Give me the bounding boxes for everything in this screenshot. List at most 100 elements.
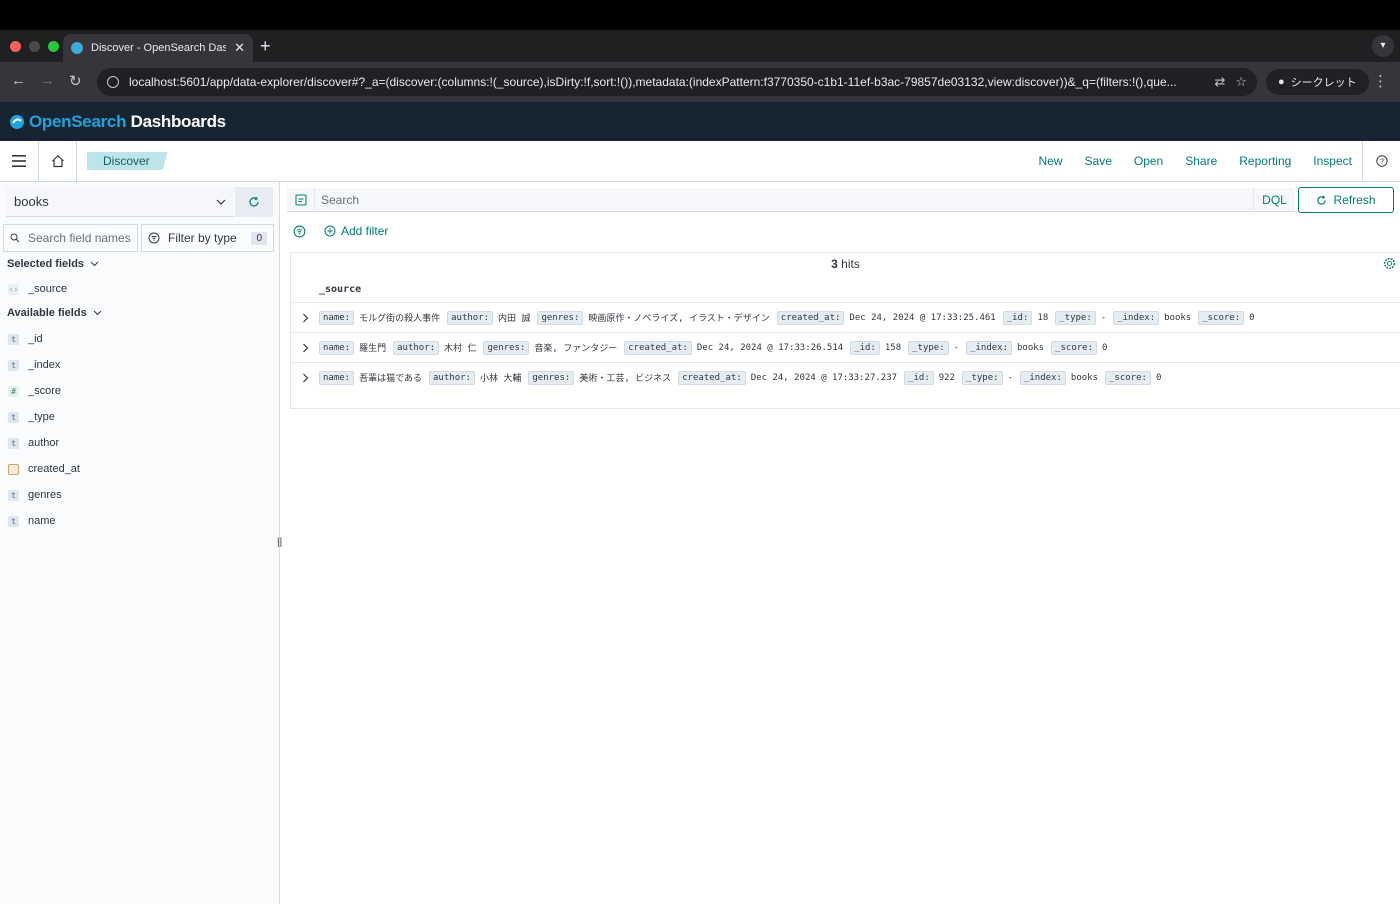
field-item[interactable]: t _type	[8, 408, 55, 426]
field-key: created_at:	[678, 370, 746, 385]
selected-field-source[interactable]: ‹› _source	[8, 280, 67, 298]
field-key: genres:	[537, 310, 584, 325]
minimize-window-icon[interactable]	[29, 41, 40, 52]
field-value: -	[953, 342, 960, 353]
field-value: -	[1100, 312, 1107, 323]
field-item[interactable]: created_at	[8, 460, 80, 478]
gear-icon[interactable]	[1383, 257, 1396, 270]
expand-row-button[interactable]	[291, 373, 319, 383]
address-bar[interactable]: localhost:5601/app/data-explorer/discove…	[97, 68, 1257, 96]
product-logo[interactable]: OpenSearch Dashboards	[29, 112, 226, 132]
field-item[interactable]: t _index	[8, 356, 60, 374]
help-button[interactable]: ?	[1362, 141, 1400, 181]
number-type-icon: #	[8, 385, 19, 397]
filter-bar: Add filter	[293, 222, 388, 240]
tab-search-icon[interactable]: ▾	[1372, 35, 1394, 57]
inspect-button[interactable]: Inspect	[1313, 154, 1352, 168]
table-row: name: 羅生門 author: 木村 仁 genres: 音楽, ファンタジー c…	[291, 332, 1400, 362]
incognito-indicator[interactable]: ● シークレット	[1266, 69, 1369, 95]
column-header-source[interactable]: _source	[319, 284, 361, 295]
reload-index-pattern-button[interactable]	[235, 187, 273, 217]
field-key: name:	[319, 340, 355, 355]
share-button[interactable]: Share	[1185, 154, 1217, 168]
query-language-toggle[interactable]: DQL	[1253, 187, 1295, 212]
opensearch-favicon-icon	[71, 42, 83, 54]
hits-number: 3	[831, 257, 838, 271]
maximize-window-icon[interactable]	[48, 41, 59, 52]
field-name: _id	[28, 333, 43, 345]
new-tab-icon[interactable]: +	[260, 36, 271, 57]
browser-tab[interactable]: Discover - OpenSearch Dashboards ✕	[63, 34, 253, 62]
url-text[interactable]: localhost:5601/app/data-explorer/discove…	[129, 75, 1204, 89]
browser-menu-icon[interactable]: ⋮	[1373, 72, 1388, 90]
add-filter-button[interactable]: Add filter	[324, 224, 388, 238]
string-type-icon: t	[8, 359, 19, 371]
save-button[interactable]: Save	[1085, 154, 1112, 168]
tab-title: Discover - OpenSearch Dashboards	[91, 42, 227, 54]
search-icon	[10, 233, 20, 243]
field-name: created_at	[28, 463, 80, 475]
string-type-icon: t	[8, 411, 19, 423]
site-info-icon[interactable]	[107, 76, 119, 88]
home-button[interactable]	[39, 141, 77, 181]
field-value: 音楽, ファンタジー	[534, 344, 618, 354]
field-sidebar: books Search field names Filter by type …	[0, 182, 280, 904]
filter-options-icon[interactable]	[293, 225, 306, 238]
index-pattern-value: books	[14, 194, 49, 209]
reload-icon[interactable]: ↻	[69, 72, 82, 90]
available-fields-toggle[interactable]: Available fields	[7, 307, 102, 319]
field-value: 吾輩は猫である	[359, 374, 423, 384]
chevron-down-icon	[93, 310, 102, 316]
field-item[interactable]: t name	[8, 512, 56, 530]
expand-row-button[interactable]	[291, 313, 319, 323]
field-item[interactable]: t genres	[8, 486, 62, 504]
hits-count: 3 hits	[291, 257, 1400, 271]
field-key: created_at:	[776, 310, 845, 325]
available-fields-title: Available fields	[7, 307, 87, 319]
chevron-down-icon	[90, 261, 99, 267]
index-pattern-select[interactable]: books	[6, 187, 234, 217]
breadcrumb-discover[interactable]: Discover	[87, 152, 168, 170]
close-window-icon[interactable]	[10, 41, 21, 52]
document-source: name: 吾輩は猫である author: 小林 大輔 genres: 美術・工芸, …	[319, 370, 1163, 385]
bookmark-star-icon[interactable]: ☆	[1235, 74, 1247, 90]
field-search-input[interactable]: Search field names	[3, 224, 138, 252]
incognito-label: シークレット	[1290, 77, 1357, 89]
forward-icon[interactable]: →	[40, 72, 55, 89]
document-source: name: モルグ街の殺人事件 author: 内田 誠 genres: 映画原作・ノ…	[319, 310, 1257, 325]
field-value: books	[1070, 372, 1098, 383]
open-button[interactable]: Open	[1134, 154, 1163, 168]
reporting-button[interactable]: Reporting	[1239, 154, 1291, 168]
selected-fields-toggle[interactable]: Selected fields	[7, 258, 99, 270]
field-key: _type:	[962, 370, 1003, 385]
chevron-down-icon	[216, 199, 226, 205]
back-icon[interactable]: ←	[11, 72, 26, 89]
field-item[interactable]: # _score	[8, 382, 61, 400]
new-button[interactable]: New	[1039, 154, 1063, 168]
expand-row-button[interactable]	[291, 343, 319, 353]
field-key: created_at:	[624, 340, 692, 355]
opensearch-logo-icon[interactable]	[9, 114, 25, 130]
field-value: 小林 大輔	[479, 374, 522, 384]
refresh-button[interactable]: Refresh	[1298, 187, 1394, 213]
field-item[interactable]: t author	[8, 434, 59, 452]
field-key: author:	[447, 310, 494, 325]
field-name: _source	[28, 283, 68, 295]
top-nav-bar: Discover New Save Open Share Reporting I…	[0, 141, 1400, 182]
translate-icon[interactable]: ⇄	[1214, 74, 1225, 90]
svg-text:?: ?	[1380, 159, 1384, 166]
field-key: name:	[319, 370, 355, 385]
refresh-label: Refresh	[1333, 193, 1376, 207]
field-value: 18	[1037, 312, 1049, 323]
query-search-input[interactable]: Search	[315, 193, 1253, 207]
field-value: 美術・工芸, ビジネス	[579, 374, 672, 384]
field-item[interactable]: t _id	[8, 330, 43, 348]
saved-query-icon	[295, 194, 306, 205]
menu-toggle-button[interactable]	[0, 141, 39, 181]
close-tab-icon[interactable]: ✕	[234, 40, 245, 56]
saved-queries-button[interactable]	[287, 187, 315, 212]
sidebar-resize-handle[interactable]: ||	[277, 537, 282, 548]
filter-by-type-button[interactable]: Filter by type 0	[141, 224, 274, 252]
string-type-icon: t	[8, 437, 19, 449]
field-value: -	[1007, 372, 1013, 383]
